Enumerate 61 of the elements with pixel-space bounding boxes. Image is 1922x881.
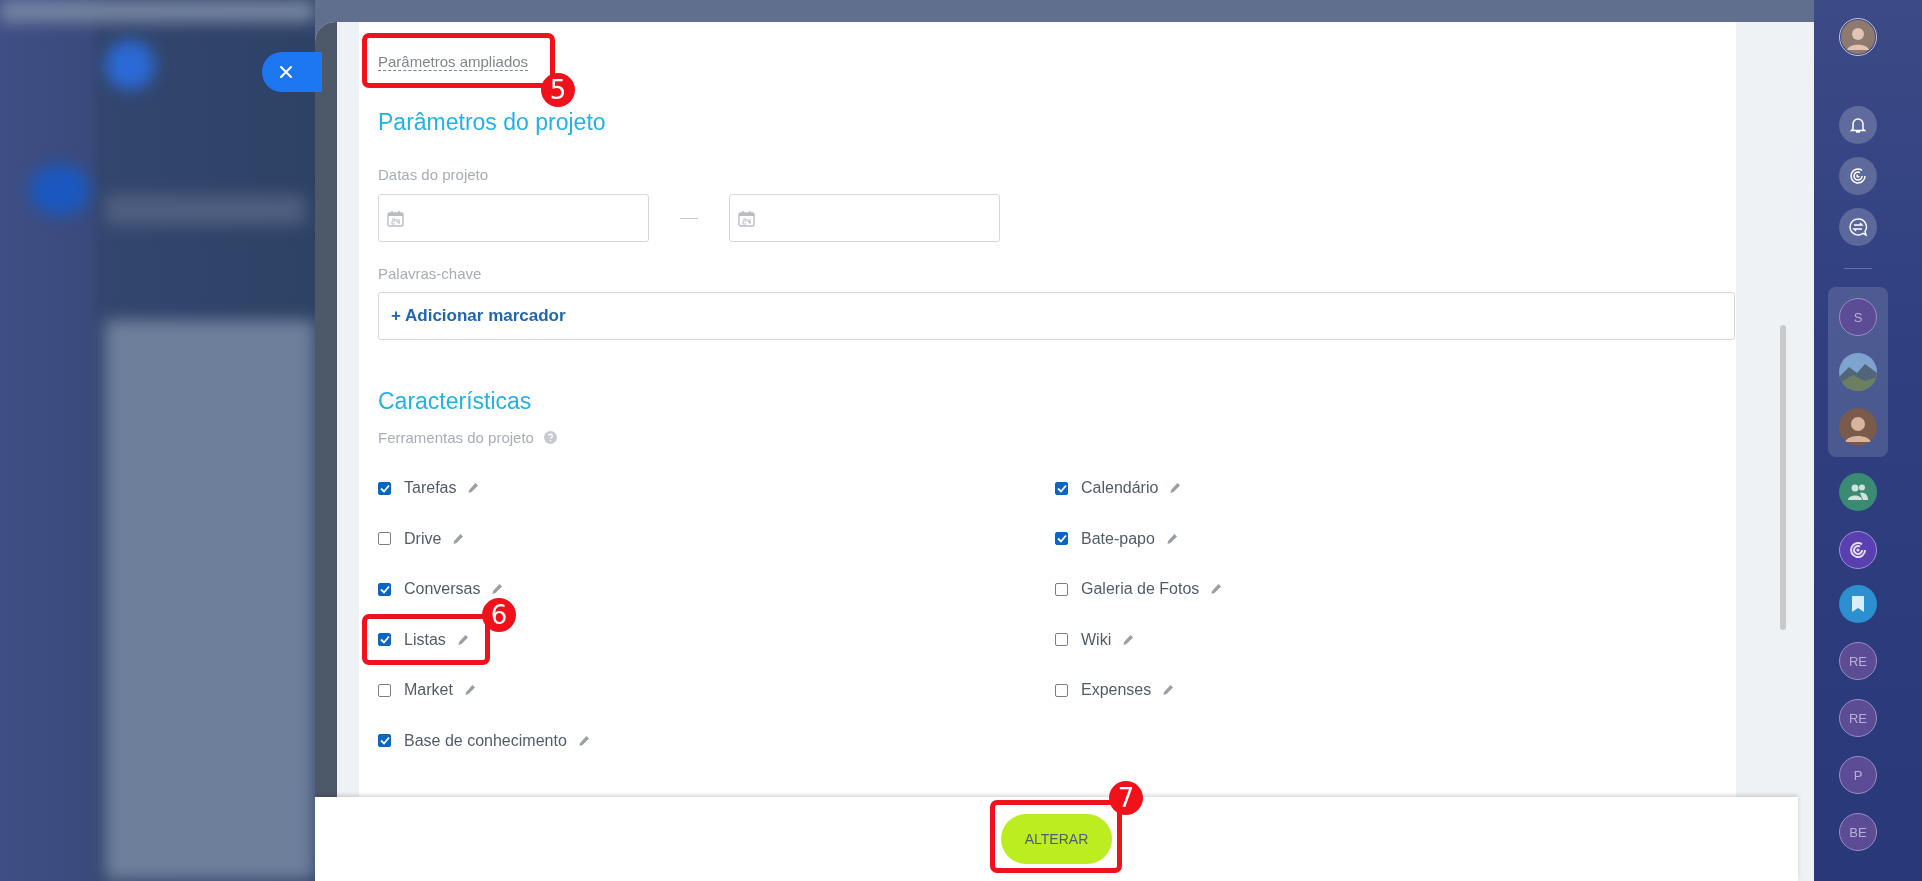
checkbox[interactable] <box>378 683 391 697</box>
add-tag-link[interactable]: + Adicionar marcador <box>391 306 566 326</box>
close-button[interactable] <box>262 52 322 92</box>
spiral-icon[interactable] <box>1839 531 1877 569</box>
tool-label: Drive <box>404 529 442 548</box>
checkbox[interactable] <box>378 481 391 495</box>
calendar-icon <box>387 209 404 227</box>
field-label: Ferramentas do projeto <box>378 429 534 446</box>
tool-label: Market <box>404 681 453 700</box>
checkbox[interactable] <box>378 582 391 596</box>
checkbox[interactable] <box>1055 582 1068 596</box>
pencil-icon[interactable] <box>1169 482 1182 495</box>
date-field[interactable] <box>378 194 649 242</box>
tool-label: Expenses <box>1081 681 1152 700</box>
checkbox[interactable] <box>1055 633 1068 647</box>
calendar-icon <box>738 209 755 227</box>
chat-avatar[interactable]: RE <box>1839 642 1877 680</box>
tool-label: Calendário <box>1081 479 1159 498</box>
avatar-icon[interactable] <box>1839 408 1877 446</box>
section-title: Parâmetros do projeto <box>378 109 607 136</box>
scrollbar[interactable] <box>1780 325 1786 630</box>
advanced-parameters-link[interactable]: Parâmetros ampliados <box>378 53 529 71</box>
field-label: Palavras-chave <box>378 265 483 282</box>
save-button[interactable]: ALTERAR <box>1001 814 1112 864</box>
field-label: Datas do projeto <box>378 166 490 183</box>
tool-label: Wiki <box>1081 630 1112 649</box>
checkbox[interactable] <box>378 532 391 546</box>
checkbox[interactable] <box>378 734 391 748</box>
pencil-icon[interactable] <box>463 684 476 697</box>
bookmark-icon[interactable] <box>1839 585 1877 623</box>
chat-avatar[interactable]: S <box>1839 298 1877 336</box>
pencil-icon[interactable] <box>452 532 465 545</box>
tool-label: Galeria de Fotos <box>1081 580 1200 599</box>
pencil-icon[interactable] <box>577 734 590 747</box>
checkbox[interactable] <box>1055 532 1068 546</box>
pencil-icon[interactable] <box>467 482 480 495</box>
chat-avatar[interactable]: BE <box>1839 813 1877 851</box>
pencil-icon[interactable] <box>456 633 469 646</box>
group-icon[interactable] <box>1839 473 1877 511</box>
pencil-icon[interactable] <box>1122 633 1135 646</box>
pencil-icon[interactable] <box>491 583 504 596</box>
checkbox[interactable] <box>378 633 391 647</box>
pencil-icon[interactable] <box>1165 532 1178 545</box>
chat-swap-icon[interactable] <box>1839 208 1877 246</box>
chat-avatar[interactable]: P <box>1839 756 1877 794</box>
chat-avatar[interactable]: RE <box>1839 699 1877 737</box>
spiral-icon[interactable] <box>1839 157 1877 195</box>
tool-label: Listas <box>404 630 446 649</box>
date-field[interactable] <box>729 194 1000 242</box>
close-icon <box>279 65 293 79</box>
bell-icon[interactable] <box>1839 106 1877 144</box>
checkbox[interactable] <box>1055 481 1068 495</box>
pencil-icon[interactable] <box>1162 684 1175 697</box>
tool-label: Base de conhecimento <box>404 731 567 750</box>
tool-label: Bate-papo <box>1081 529 1155 548</box>
tool-label: Conversas <box>404 580 481 599</box>
tool-label: Tarefas <box>404 479 457 498</box>
avatar-icon[interactable] <box>1839 18 1877 56</box>
section-title: Características <box>378 388 533 415</box>
checkbox[interactable] <box>1055 683 1068 697</box>
pencil-icon[interactable] <box>1210 583 1223 596</box>
